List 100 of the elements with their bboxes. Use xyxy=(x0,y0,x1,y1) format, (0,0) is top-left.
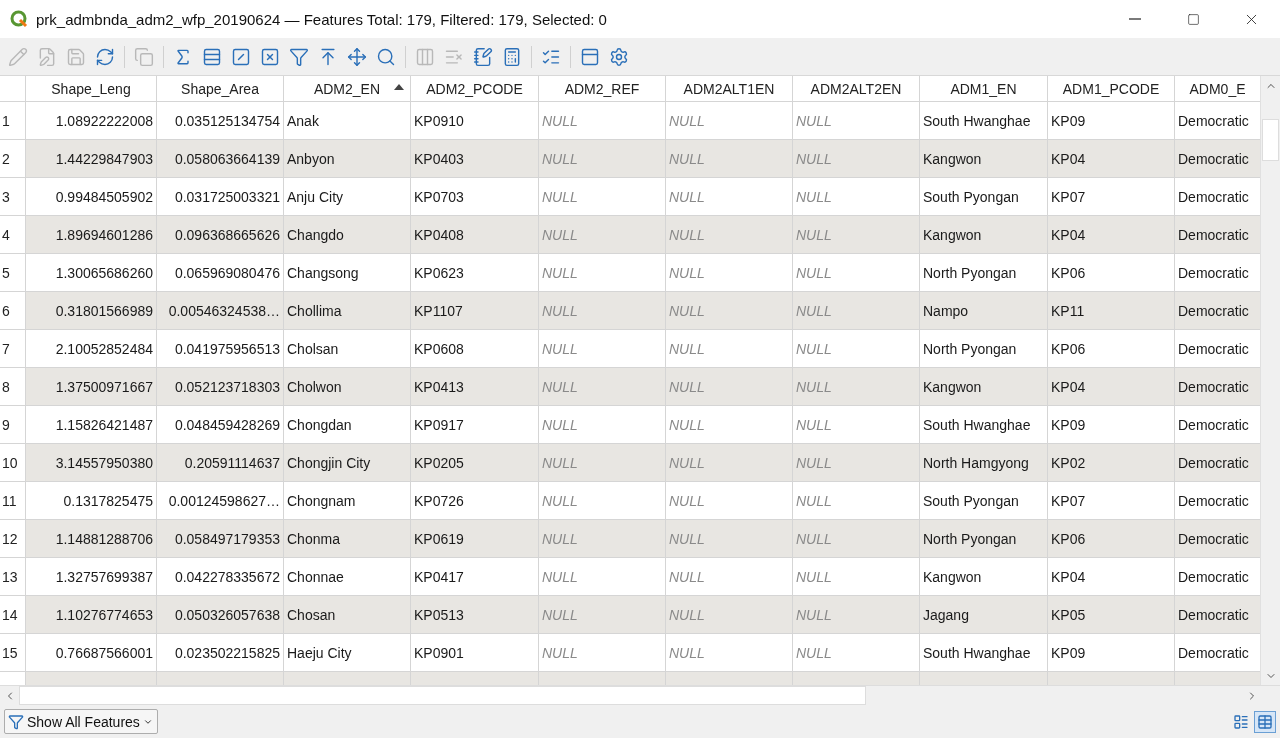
table-cell: KP06 xyxy=(1048,520,1175,558)
settings-icon xyxy=(609,46,629,67)
row-number[interactable]: 7 xyxy=(0,330,26,368)
horizontal-scrollbar[interactable] xyxy=(0,685,1280,705)
row-number[interactable]: 1 xyxy=(0,102,26,140)
slashed-square-icon xyxy=(231,46,251,67)
table-cell: NULL xyxy=(666,368,793,406)
column-header[interactable]: ADM2_EN xyxy=(284,76,411,102)
table-cell: North Pyongan xyxy=(920,520,1048,558)
row-number[interactable]: 14 xyxy=(0,596,26,634)
filter-icon xyxy=(8,713,24,730)
vertical-scrollbar[interactable] xyxy=(1260,76,1280,685)
table-cell: 1.14881288706 xyxy=(26,520,157,558)
table-cell: 0.31801566989 xyxy=(26,292,157,330)
column-header[interactable]: Shape_Area xyxy=(157,76,284,102)
table-cell: North Pyongan xyxy=(920,254,1048,292)
table-cell: NULL xyxy=(539,634,666,672)
column-header[interactable]: ADM2ALT2EN xyxy=(793,76,920,102)
column-header[interactable]: ADM1_EN xyxy=(920,76,1048,102)
table-cell: NULL xyxy=(539,368,666,406)
table-cell: KP02 xyxy=(1048,444,1175,482)
table-cell: NULL xyxy=(666,140,793,178)
filter-dropdown[interactable]: Show All Features xyxy=(4,709,158,734)
row-number[interactable]: 13 xyxy=(0,558,26,596)
table-cell: NULL xyxy=(793,292,920,330)
table-cell: NULL xyxy=(666,178,793,216)
table-cell: 1.44229847903 xyxy=(26,140,157,178)
table-cell: Chongdan xyxy=(284,406,411,444)
table-cell: NULL xyxy=(793,406,920,444)
column-header[interactable]: ADM2_REF xyxy=(539,76,666,102)
table-cell: 0.20591114637 xyxy=(157,444,284,482)
horizontal-scrollbar-thumb[interactable] xyxy=(19,686,866,705)
table-cell: KP06 xyxy=(1048,330,1175,368)
column-header[interactable]: ADM1_PCODE xyxy=(1048,76,1175,102)
column-header[interactable]: ADM2_PCODE xyxy=(411,76,539,102)
table-cell: KP0703 xyxy=(411,178,539,216)
table-cell: NULL xyxy=(539,178,666,216)
table-cell: KP09 xyxy=(1048,406,1175,444)
row-number[interactable]: 5 xyxy=(0,254,26,292)
table-cell: Kangwon xyxy=(920,558,1048,596)
arrow-up-icon xyxy=(318,46,338,67)
table-cell: Changdo xyxy=(284,216,411,254)
table-cell: NULL xyxy=(793,216,920,254)
table-cell: KP0623 xyxy=(411,254,539,292)
table-cell: 0.00546324538… xyxy=(157,292,284,330)
table-cell: Chonnae xyxy=(284,558,411,596)
table-cell: NULL xyxy=(539,292,666,330)
maximize-icon xyxy=(1186,12,1200,26)
table-cell: NULL xyxy=(666,254,793,292)
table-cell: KP09 xyxy=(1048,634,1175,672)
table-cell: 1.10276774653 xyxy=(26,596,157,634)
column-header[interactable]: ADM2ALT1EN xyxy=(666,76,793,102)
table-cell: North Hamgyong xyxy=(920,444,1048,482)
table-cell: 0.00124598627… xyxy=(157,482,284,520)
row-number[interactable]: 11 xyxy=(0,482,26,520)
table-cell: NULL xyxy=(793,368,920,406)
table-cell: Chongjin City xyxy=(284,444,411,482)
row-number[interactable]: 4 xyxy=(0,216,26,254)
table-cell: NULL xyxy=(666,482,793,520)
row-number[interactable]: 15 xyxy=(0,634,26,672)
column-header[interactable]: Shape_Leng xyxy=(26,76,157,102)
copy-icon xyxy=(134,46,154,67)
table-cell: 1.89694601286 xyxy=(26,216,157,254)
table-cell: Democratic xyxy=(1175,292,1260,330)
table-cell: NULL xyxy=(666,596,793,634)
row-number[interactable]: 8 xyxy=(0,368,26,406)
table-cell: NULL xyxy=(666,444,793,482)
columns-icon xyxy=(415,46,435,67)
table-cell: Chongnam xyxy=(284,482,411,520)
table-cell: NULL xyxy=(793,634,920,672)
row-number[interactable]: 9 xyxy=(0,406,26,444)
table-cell: 1.08922222008 xyxy=(26,102,157,140)
table-cell: Changsong xyxy=(284,254,411,292)
table-cell: KP11 xyxy=(1048,292,1175,330)
table-cell: Haeju City xyxy=(284,634,411,672)
table-icon xyxy=(1257,713,1273,730)
row-number[interactable]: 12 xyxy=(0,520,26,558)
search-icon xyxy=(376,46,396,67)
row-number[interactable]: 3 xyxy=(0,178,26,216)
rows-icon xyxy=(202,46,222,67)
table-cell: KP1107 xyxy=(411,292,539,330)
table-cell: NULL xyxy=(793,520,920,558)
row-number[interactable]: 2 xyxy=(0,140,26,178)
row-number[interactable]: 6 xyxy=(0,292,26,330)
table-cell: NULL xyxy=(666,102,793,140)
table-cell: Anju City xyxy=(284,178,411,216)
table-cell: NULL xyxy=(793,330,920,368)
table-cell: NULL xyxy=(539,482,666,520)
table-cell: South Pyongan xyxy=(920,178,1048,216)
table-cell: 0.096368665626 xyxy=(157,216,284,254)
row-number[interactable]: 10 xyxy=(0,444,26,482)
table-cell: KP0413 xyxy=(411,368,539,406)
table-cell: NULL xyxy=(666,292,793,330)
vertical-scrollbar-thumb[interactable] xyxy=(1262,119,1279,161)
table-view-button[interactable] xyxy=(1254,710,1276,733)
table-cell: 0.041975956513 xyxy=(157,330,284,368)
table-cell: Kangwon xyxy=(920,368,1048,406)
table-cell: NULL xyxy=(666,406,793,444)
table-cell: 3.14557950380 xyxy=(26,444,157,482)
table-cell: KP0513 xyxy=(411,596,539,634)
